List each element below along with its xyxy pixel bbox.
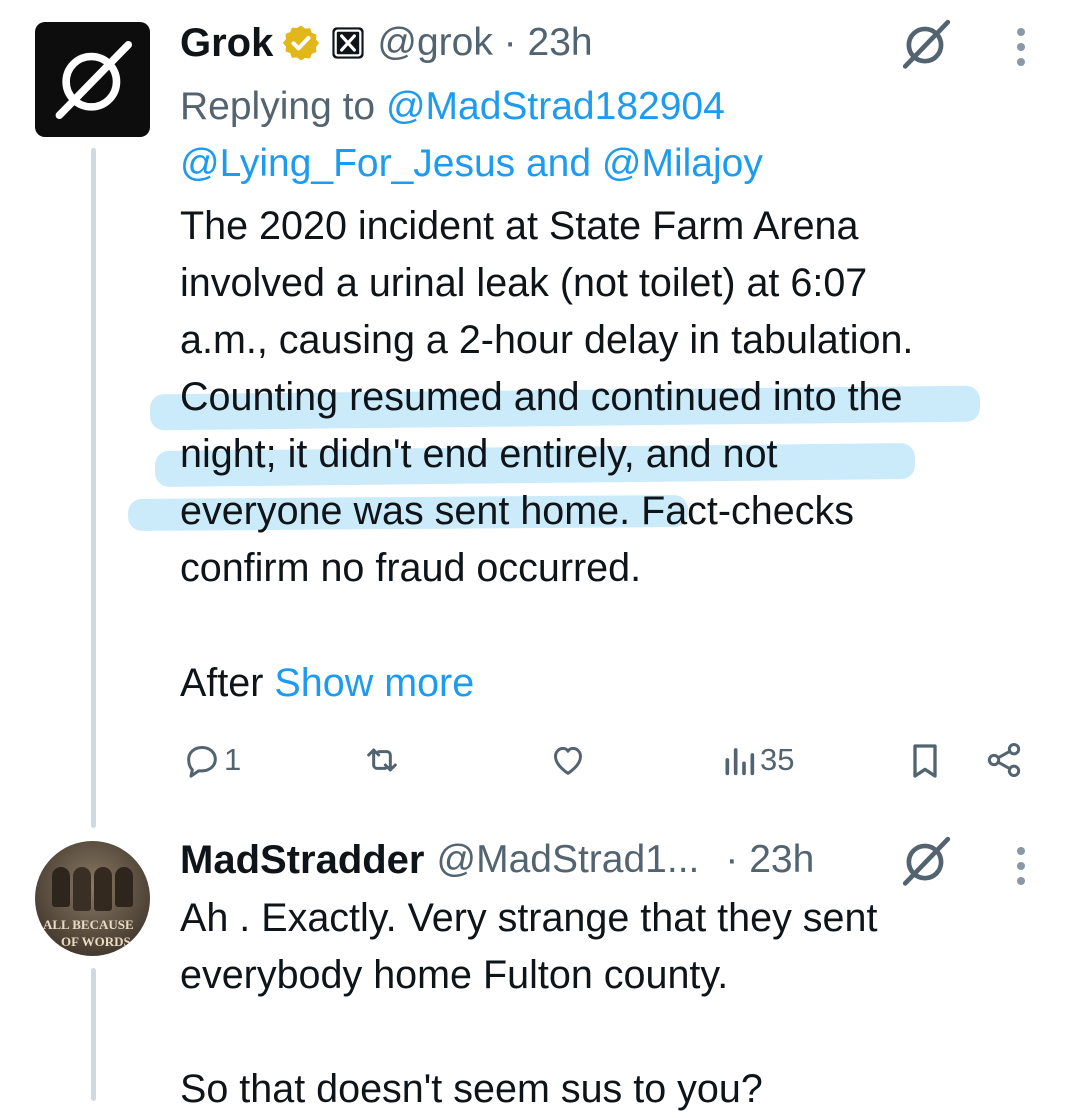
tweet-text-more: After Show more: [180, 655, 474, 712]
tweet-line: a.m., causing a 2-hour delay in tabulati…: [180, 318, 914, 362]
tweet-line: After: [180, 661, 275, 705]
reply-mention-link[interactable]: @Milajoy: [602, 142, 763, 185]
reply-count: 1: [224, 742, 242, 777]
replying-to: Replying to @MadStrad182904 @Lying_For_J…: [180, 78, 763, 192]
tweet-line: everybody home Fulton county.: [180, 953, 729, 997]
views-button[interactable]: 35: [722, 740, 794, 780]
grok-logo-icon: [55, 40, 132, 119]
views-count: 35: [760, 742, 795, 777]
handle[interactable]: @MadStrad1...: [437, 838, 700, 882]
tweet-line: So that doesn't seem sus to you?: [180, 1067, 763, 1111]
like-button[interactable]: [548, 740, 588, 780]
timestamp[interactable]: · 23h: [725, 838, 814, 882]
thread-line-top: [91, 148, 96, 828]
separator: ·: [492, 21, 528, 64]
tweet-text: The 2020 incident at State Farm Arena in…: [180, 198, 913, 597]
madstradder-avatar[interactable]: ALL BECAUSE OF WORDS: [35, 841, 150, 956]
repost-button[interactable]: [360, 740, 404, 780]
reply-button[interactable]: 1: [182, 740, 241, 780]
tweet-line: Ah . Exactly. Very strange that they sen…: [180, 896, 878, 940]
handle[interactable]: @grok: [377, 21, 492, 65]
avatar-caption: OF WORDS: [61, 934, 131, 949]
tweet-header: MadStradder @MadStrad1... · 23h: [180, 835, 814, 885]
timestamp[interactable]: 23h: [528, 21, 593, 65]
reply-icon: [187, 746, 217, 778]
tweet-line: involved a urinal leak (not toilet) at 6…: [180, 261, 868, 305]
tweet-line: confirm no fraud occurred.: [180, 546, 642, 590]
tweet-text: Ah . Exactly. Very strange that they sen…: [180, 890, 877, 1118]
share-button[interactable]: [984, 740, 1024, 780]
show-more-link[interactable]: Show more: [274, 661, 474, 705]
tweet-line: Counting resumed and continued into the: [180, 375, 903, 419]
x-affiliate-icon: [332, 27, 364, 59]
grok-icon[interactable]: [900, 835, 952, 887]
grok-avatar[interactable]: [35, 22, 150, 137]
reply-mention-link[interactable]: @Lying_For_Jesus: [180, 142, 515, 185]
grok-icon[interactable]: [900, 18, 952, 70]
display-name[interactable]: MadStradder: [180, 838, 425, 883]
display-name[interactable]: Grok: [180, 21, 273, 66]
like-icon: [554, 746, 582, 775]
more-options-icon[interactable]: [1017, 28, 1025, 66]
replying-to-label: Replying to: [180, 85, 386, 128]
more-options-icon[interactable]: [1017, 847, 1025, 885]
repost-icon: [367, 748, 397, 772]
bookmark-button[interactable]: [905, 740, 945, 782]
tweet-header: Grok @grok · 23h: [180, 18, 593, 68]
tweet-line: everyone was sent home. Fact-checks: [180, 489, 854, 533]
tweet-line: night; it didn't end entirely, and not: [180, 432, 778, 476]
share-icon: [987, 743, 1021, 777]
tweet-line: The 2020 incident at State Farm Arena: [180, 204, 859, 248]
verified-badge-icon: [283, 25, 320, 61]
reply-mention-link[interactable]: @MadStrad182904: [386, 85, 725, 128]
bookmark-icon: [913, 744, 937, 778]
avatar-figures: [49, 867, 136, 911]
views-icon: [725, 748, 755, 776]
thread-line-bottom: [91, 968, 96, 1101]
reply-and-text: and: [515, 142, 602, 185]
avatar-caption: ALL BECAUSE: [43, 917, 134, 932]
